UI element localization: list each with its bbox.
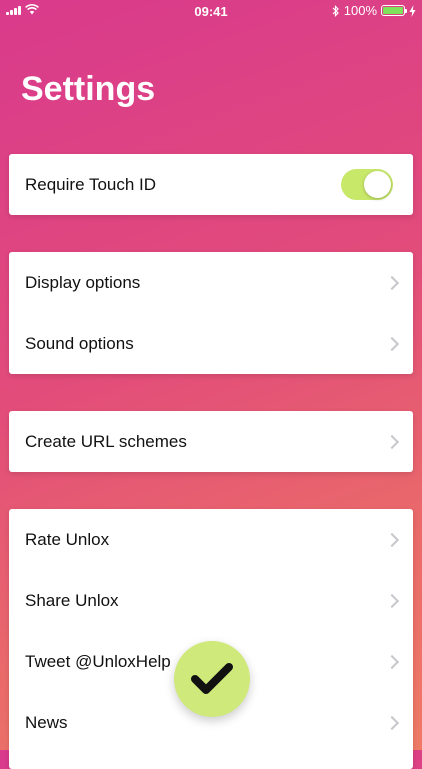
battery-fill — [383, 7, 403, 14]
rate-unlox-label: Rate Unlox — [25, 529, 110, 549]
display-options-row[interactable]: Display options — [9, 252, 413, 313]
share-unlox-label: Share Unlox — [25, 590, 119, 610]
battery-icon — [381, 5, 407, 16]
sound-options-label: Sound options — [25, 333, 134, 353]
checkmark-icon — [191, 663, 233, 694]
chevron-right-icon — [384, 434, 400, 449]
url-schemes-label: Create URL schemes — [25, 431, 187, 451]
chevron-right-icon — [384, 336, 400, 351]
require-touch-id-label: Require Touch ID — [25, 174, 157, 194]
security-card: Require Touch ID — [9, 154, 413, 215]
chevron-right-icon — [384, 654, 400, 669]
chevron-right-icon — [384, 532, 400, 547]
display-options-label: Display options — [25, 272, 141, 292]
charging-icon — [409, 4, 416, 17]
status-right: 100% — [332, 3, 416, 18]
options-card: Display options Sound options — [9, 252, 413, 374]
require-touch-id-toggle[interactable] — [341, 169, 393, 200]
page-title: Settings — [21, 70, 156, 108]
rate-unlox-row[interactable]: Rate Unlox — [9, 509, 413, 570]
chevron-right-icon — [384, 715, 400, 730]
chevron-right-icon — [384, 593, 400, 608]
toggle-knob — [364, 171, 391, 198]
bluetooth-icon — [332, 4, 339, 17]
battery-percent: 100% — [343, 3, 377, 18]
status-bar: 09:41 100% — [0, 0, 422, 22]
battery-tip — [405, 9, 407, 13]
require-touch-id-row: Require Touch ID — [9, 154, 413, 215]
confirm-button[interactable] — [174, 641, 250, 717]
advanced-card: Create URL schemes — [9, 411, 413, 472]
url-schemes-row[interactable]: Create URL schemes — [9, 411, 413, 472]
sound-options-row[interactable]: Sound options — [9, 313, 413, 374]
share-unlox-row[interactable]: Share Unlox — [9, 570, 413, 631]
social-card: Rate Unlox Share Unlox Tweet @UnloxHelp … — [9, 509, 413, 769]
chevron-right-icon — [384, 275, 400, 290]
news-label: News — [25, 712, 68, 732]
tweet-label: Tweet @UnloxHelp — [25, 651, 171, 671]
